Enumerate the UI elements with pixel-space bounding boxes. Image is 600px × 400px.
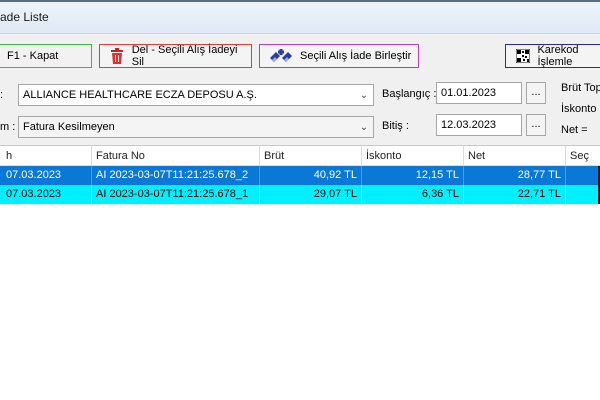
cell-select-checkbox[interactable] — [566, 185, 600, 204]
gross-total-label: Brüt Topl — [561, 82, 600, 94]
supplier-select[interactable]: ALLIANCE HEALTHCARE ECZA DEPOSU A.Ş. ⌄ — [18, 84, 374, 106]
cell-invoice-no: AI 2023-03-07T11:21:25.678_1 — [92, 185, 260, 204]
cell-discount: 6,36 TL — [362, 185, 464, 204]
header-invoice-no[interactable]: Fatura No — [92, 146, 260, 166]
table-row[interactable]: 07.03.2023 AI 2023-03-07T11:21:25.678_2 … — [0, 166, 600, 185]
cell-date: 07.03.2023 — [0, 185, 92, 204]
close-button-label: F1 - Kapat — [7, 50, 59, 62]
pills-icon — [268, 47, 294, 65]
status-select[interactable]: Fatura Kesilmeyen ⌄ — [18, 116, 374, 138]
start-date-label: Başlangıç : — [382, 88, 437, 100]
header-gross[interactable]: Brüt — [260, 146, 362, 166]
cell-select-checkbox[interactable] — [566, 166, 600, 185]
supplier-value: ALLIANCE HEALTHCARE ECZA DEPOSU A.Ş. — [23, 89, 257, 101]
iade-list-window: ade Liste F1 - Kapat Del - Seçili Alış İ… — [0, 0, 600, 400]
header-net[interactable]: Net — [464, 146, 566, 166]
returns-table: h Fatura No Brüt İskonto Net Seç 07.03.2… — [0, 145, 600, 400]
cell-gross: 29,07 TL — [260, 185, 362, 204]
merge-button-label: Seçili Alış İade Birleştir — [300, 50, 412, 62]
trash-icon — [108, 47, 126, 65]
cell-date: 07.03.2023 — [0, 166, 92, 185]
table-header: h Fatura No Brüt İskonto Net Seç — [0, 146, 600, 166]
cell-invoice-no: AI 2023-03-07T11:21:25.678_2 — [92, 166, 260, 185]
start-date-input[interactable]: 01.01.2023 — [436, 82, 522, 104]
qr-process-button[interactable]: Karekod İşlemle — [505, 44, 600, 68]
merge-selected-return-button[interactable]: Seçili Alış İade Birleştir — [259, 44, 419, 68]
status-value: Fatura Kesilmeyen — [23, 121, 115, 133]
cell-net: 28,77 TL — [464, 166, 566, 185]
qr-button-label: Karekod İşlemle — [537, 44, 579, 68]
start-date-picker-button[interactable]: ... — [526, 82, 546, 104]
end-date-input[interactable]: 12.03.2023 — [436, 114, 522, 136]
end-date-label: Bitiş : — [382, 120, 409, 132]
cell-net: 22,71 TL — [464, 185, 566, 204]
window-title: ade Liste — [0, 10, 49, 24]
table-row[interactable]: 07.03.2023 AI 2023-03-07T11:21:25.678_1 … — [0, 185, 600, 204]
chevron-down-icon[interactable]: ⌄ — [355, 122, 373, 133]
end-date-picker-button[interactable]: ... — [526, 114, 546, 136]
header-discount[interactable]: İskonto — [362, 146, 464, 166]
chevron-down-icon[interactable]: ⌄ — [355, 90, 373, 101]
qr-code-icon — [514, 47, 531, 65]
cell-gross: 40,92 TL — [260, 166, 362, 185]
discount-total-label: İskonto = — [561, 103, 600, 115]
cell-discount: 12,15 TL — [362, 166, 464, 185]
delete-selected-return-button[interactable]: Del - Seçili Alış İadeyi Sil — [99, 44, 252, 68]
header-select[interactable]: Seç — [566, 146, 600, 166]
supplier-label: : — [0, 89, 4, 101]
header-date[interactable]: h — [0, 146, 92, 166]
net-total-label: Net = — [561, 124, 588, 136]
title-strip — [0, 0, 600, 2]
status-label: m : — [0, 121, 16, 133]
delete-button-label: Del - Seçili Alış İadeyi Sil — [131, 44, 238, 68]
title-bar: ade Liste — [0, 0, 600, 34]
close-button[interactable]: F1 - Kapat — [0, 44, 92, 68]
